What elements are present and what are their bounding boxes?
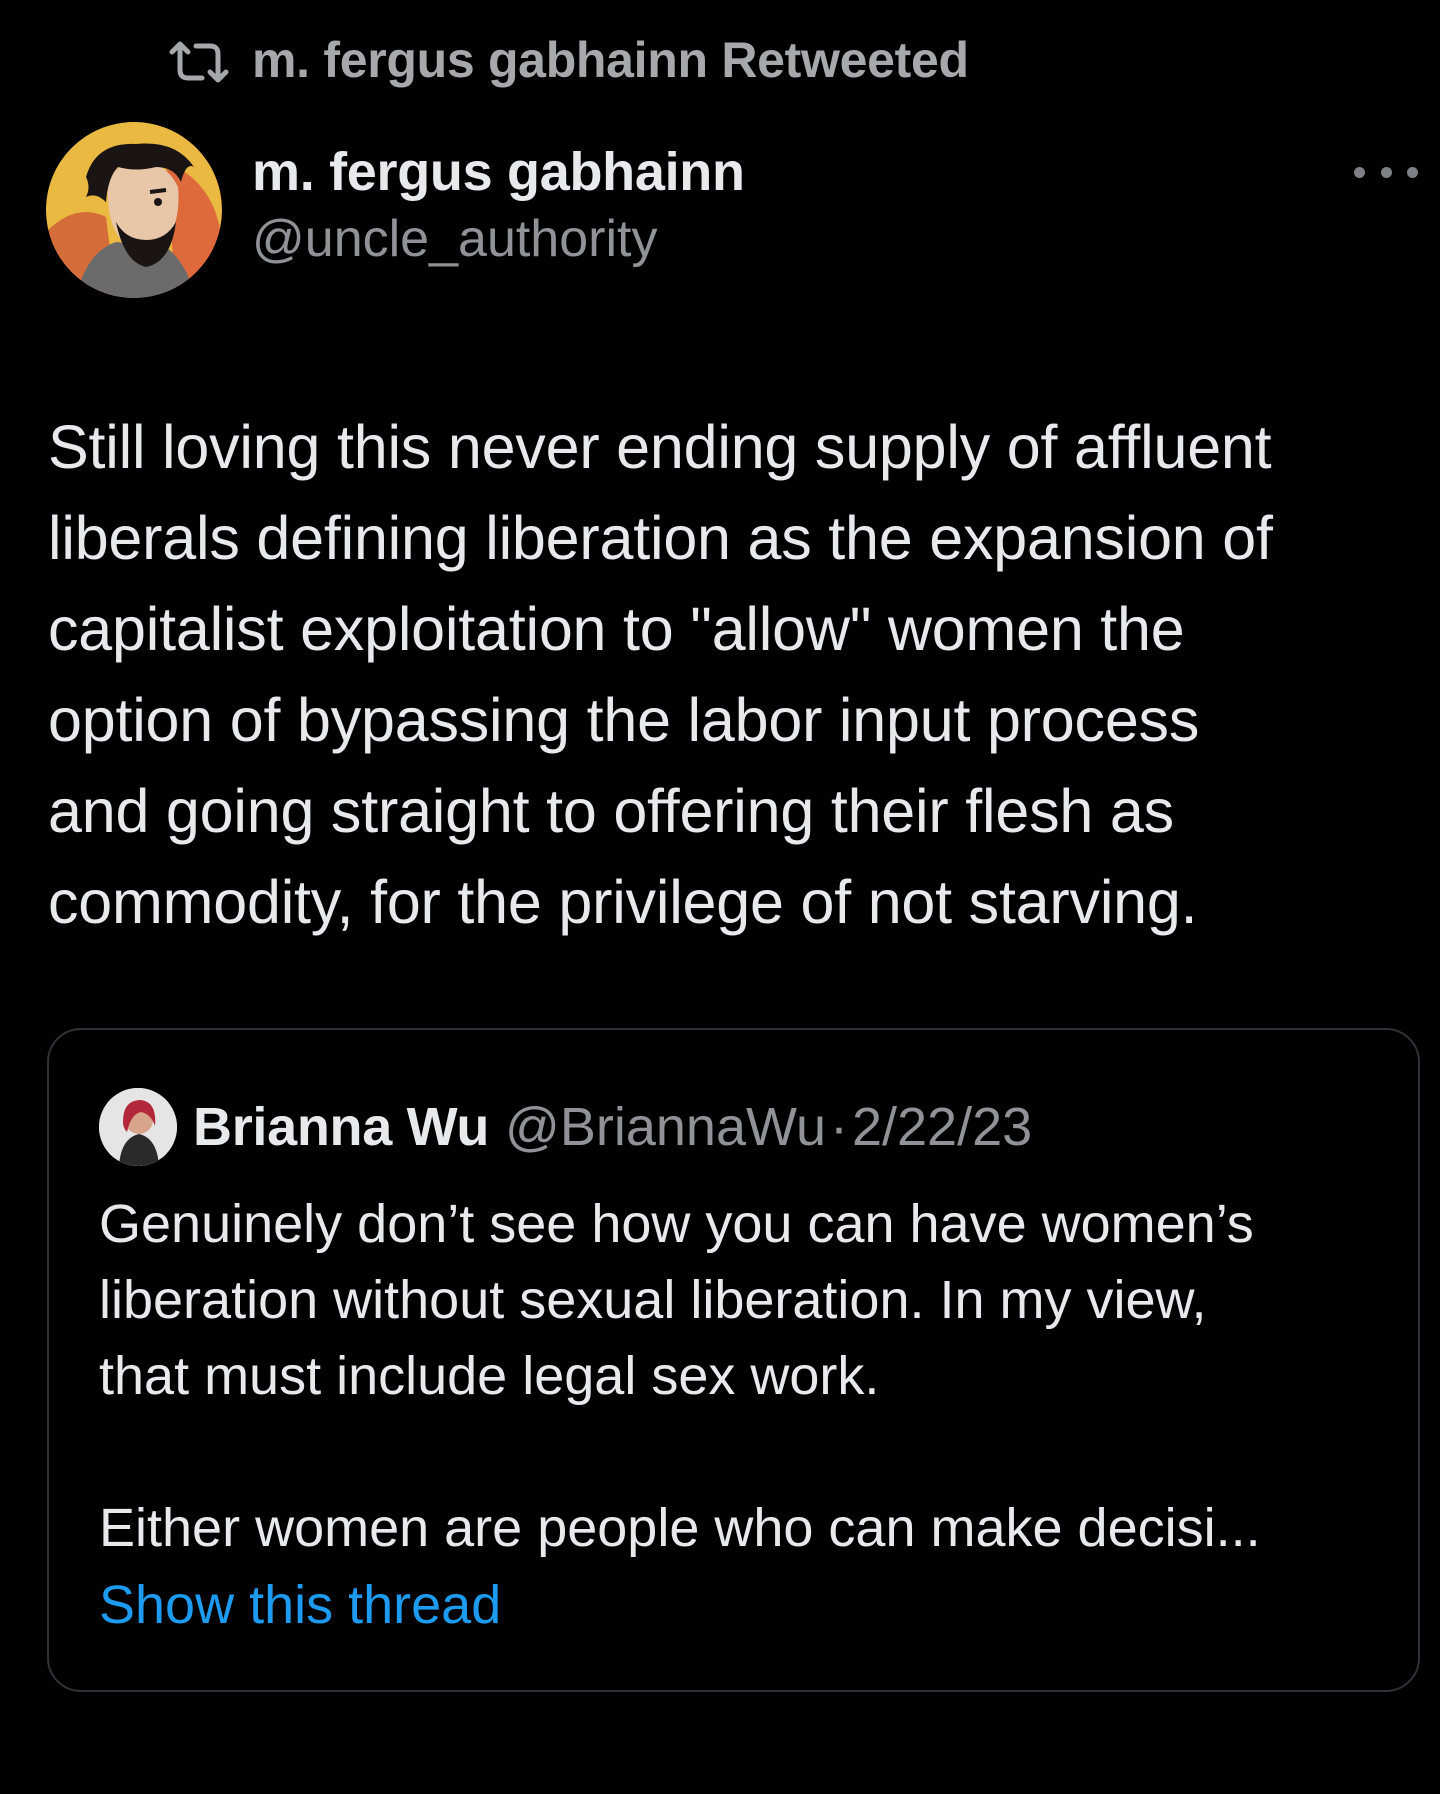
separator-dot: · (830, 1097, 848, 1157)
quoted-text-line: Genuinely don’t see how you can have wom… (99, 1194, 1254, 1254)
quoted-tweet-text: Genuinely don’t see how you can have wom… (99, 1186, 1389, 1566)
show-thread-link[interactable]: Show this thread (99, 1567, 501, 1643)
more-horizontal-icon (1380, 166, 1392, 178)
retweet-icon (166, 38, 232, 83)
quoted-tweet-header: Brianna Wu @BriannaWu · 2/22/23 (99, 1088, 1032, 1166)
quoted-author-name[interactable]: Brianna Wu (193, 1096, 489, 1158)
quoted-text-line: Either women are people who can make dec… (99, 1498, 1261, 1558)
author-handle[interactable]: @uncle_authority (252, 208, 745, 270)
quoted-tweet-date[interactable]: 2/22/23 (852, 1096, 1032, 1158)
quoted-author-handle[interactable]: @BriannaWu (505, 1096, 826, 1158)
tweet-text-line: capitalist exploitation to "allow" women… (48, 595, 1185, 663)
tweet-author[interactable]: m. fergus gabhainn @uncle_authority (252, 140, 745, 270)
quoted-text-line: that must include legal sex work. (99, 1346, 880, 1406)
more-horizontal-icon (1354, 166, 1365, 178)
tweet-text: Still loving this never ending supply of… (48, 402, 1428, 948)
author-name[interactable]: m. fergus gabhainn (252, 140, 745, 204)
tweet-text-line: Still loving this never ending supply of… (48, 413, 1272, 481)
retweet-label: m. fergus gabhainn Retweeted (252, 32, 969, 88)
tweet-text-line: liberals defining liberation as the expa… (48, 504, 1273, 572)
more-horizontal-icon (1407, 166, 1418, 178)
tweet-text-line: commodity, for the privilege of not star… (48, 868, 1198, 936)
tweet-text-line: and going straight to offering their fle… (48, 777, 1174, 845)
retweet-indicator[interactable]: m. fergus gabhainn Retweeted (166, 30, 969, 90)
more-button[interactable] (1354, 154, 1418, 190)
tweet-text-line: option of bypassing the labor input proc… (48, 686, 1200, 754)
quoted-tweet-card[interactable]: Brianna Wu @BriannaWu · 2/22/23 Genuinely … (47, 1028, 1420, 1692)
quoted-text-line: liberation without sexual liberation. In… (99, 1270, 1207, 1330)
author-avatar[interactable] (46, 122, 222, 298)
quoted-author-avatar[interactable] (99, 1088, 177, 1166)
